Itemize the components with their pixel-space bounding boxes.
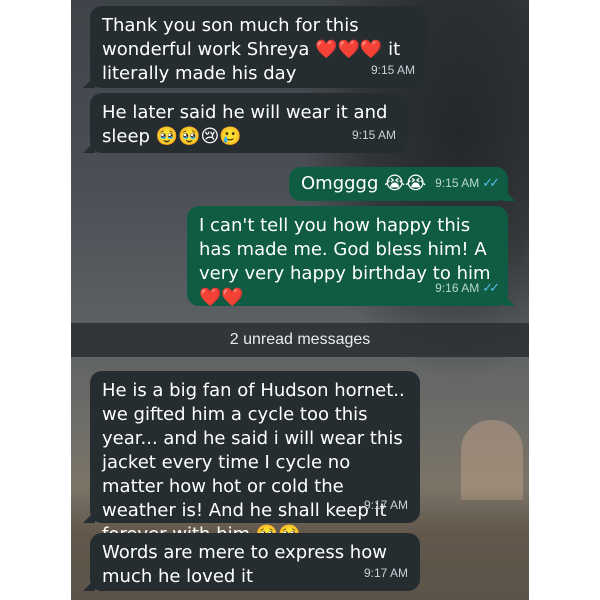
message-time: 9:17 AM (363, 566, 408, 580)
outgoing-message[interactable]: Omgggg 😭😭 9:15 AM ✓✓ (289, 167, 515, 201)
message-time: 9:16 AM ✓✓ (435, 276, 500, 300)
bubble-tail (503, 189, 515, 201)
unread-divider: 2 unread messages (71, 323, 529, 357)
chat-window: Thank you son much for this wonderful wo… (71, 0, 529, 600)
read-ticks-icon: ✓✓ (482, 280, 500, 295)
message-text: Words are mere to express how much he lo… (102, 542, 387, 587)
message-time: 9:17 AM (363, 498, 408, 512)
message-time: 9:15 AM ✓✓ (435, 171, 500, 195)
bubble-tail (503, 294, 515, 306)
message-text: He is a big fan of Hudson hornet.. we gi… (102, 380, 405, 545)
bubble-tail (83, 511, 95, 523)
bubble-tail (83, 141, 95, 153)
incoming-message[interactable]: Words are mere to express how much he lo… (83, 533, 420, 591)
message-text: Thank you son much for this wonderful wo… (102, 15, 401, 84)
incoming-message[interactable]: He later said he will wear it and sleep … (83, 93, 408, 153)
wallpaper-temple (461, 420, 523, 500)
time-label: 9:15 AM (435, 176, 480, 190)
read-ticks-icon: ✓✓ (482, 175, 500, 190)
bubble-tail (83, 76, 95, 88)
time-label: 9:16 AM (435, 281, 480, 295)
message-time: 9:15 AM (351, 128, 396, 142)
incoming-message[interactable]: He is a big fan of Hudson hornet.. we gi… (83, 371, 420, 545)
incoming-message[interactable]: Thank you son much for this wonderful wo… (83, 6, 427, 88)
outgoing-message[interactable]: I can't tell you how happy this has made… (187, 206, 515, 308)
bubble-tail (83, 579, 95, 591)
message-time: 9:15 AM (370, 63, 415, 77)
